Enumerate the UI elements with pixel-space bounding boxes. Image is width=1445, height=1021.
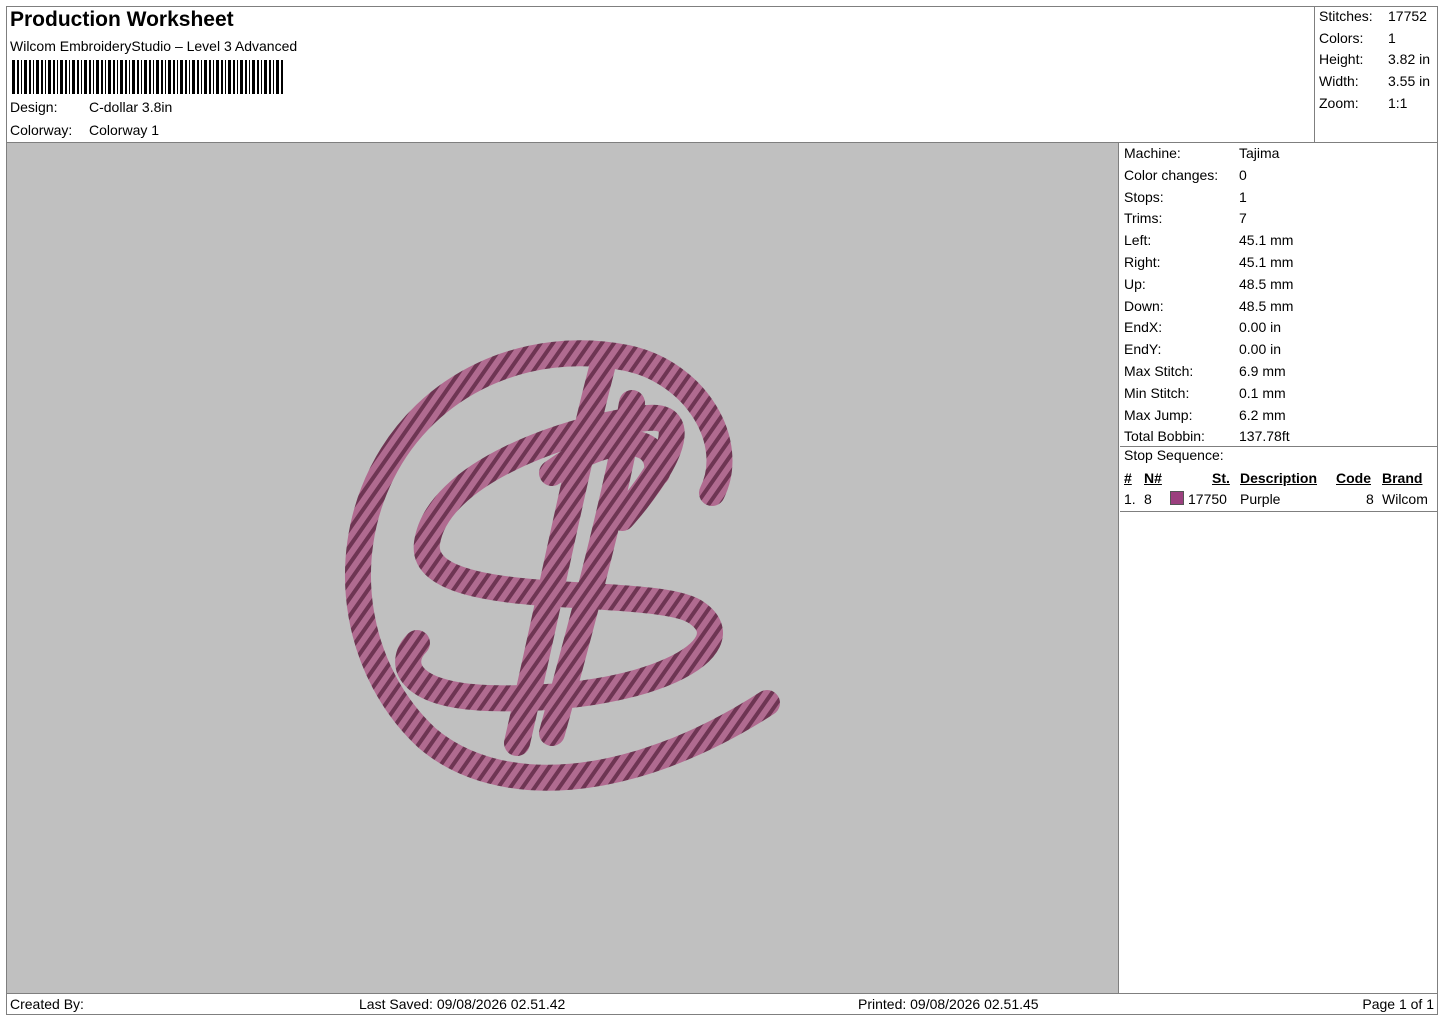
detail-value: 0.1 mm <box>1239 384 1286 401</box>
row-num: 1. <box>1124 491 1136 507</box>
detail-value: Tajima <box>1239 145 1280 161</box>
detail-row-stops: Stops: 1 <box>1120 187 1438 209</box>
detail-row-left: Left: 45.1 mm <box>1120 230 1438 252</box>
detail-label: Trims: <box>1124 210 1163 227</box>
detail-row-machine: Machine: Tajima <box>1120 143 1438 165</box>
detail-value: 0 <box>1239 166 1247 183</box>
summary-row-stitches: Stitches: 17752 <box>1319 8 1427 24</box>
detail-value: 6.2 mm <box>1239 406 1286 423</box>
design-row: Design: C-dollar 3.8in <box>10 99 172 115</box>
page-number: Page 1 of 1 <box>1362 996 1434 1012</box>
colorway-label: Colorway: <box>10 122 73 138</box>
stitch-paths <box>345 340 780 791</box>
summary-value: 3.82 in <box>1388 51 1431 67</box>
detail-row-endy: EndY: 0.00 in <box>1120 339 1438 361</box>
detail-label: Right: <box>1124 253 1161 270</box>
design-value: C-dollar 3.8in <box>89 99 173 115</box>
machine-details: Machine: Tajima Color changes: 0 Stops: 1 T… <box>1120 143 1438 448</box>
summary-row-colors: Colors: 1 <box>1319 30 1396 46</box>
detail-row-trims: Trims: 7 <box>1120 208 1438 230</box>
summary-row-width: Width: 3.55 in <box>1319 73 1430 89</box>
col-header-code: Code <box>1336 470 1371 486</box>
detail-value: 45.1 mm <box>1239 253 1294 270</box>
detail-label: Machine: <box>1124 145 1181 161</box>
col-header-brand: Brand <box>1382 470 1423 486</box>
col-header-num: # <box>1124 470 1132 486</box>
worksheet-header: Production Worksheet Wilcom EmbroiderySt… <box>6 6 1315 143</box>
summary-value: 1 <box>1388 30 1396 46</box>
detail-label: EndY: <box>1124 341 1162 358</box>
detail-label: Max Jump: <box>1124 406 1193 423</box>
detail-value: 0.00 in <box>1239 319 1282 336</box>
detail-row-max-stitch: Max Stitch: 6.9 mm <box>1120 361 1438 383</box>
design-preview <box>7 143 1119 993</box>
detail-label: Max Stitch: <box>1124 362 1194 379</box>
detail-value: 6.9 mm <box>1239 362 1286 379</box>
page-title: Production Worksheet <box>10 8 234 31</box>
detail-row-min-stitch: Min Stitch: 0.1 mm <box>1120 383 1438 405</box>
row-brand: Wilcom <box>1382 491 1428 507</box>
row-stitches: 17750 <box>1188 491 1227 507</box>
detail-label: Color changes: <box>1124 166 1219 183</box>
divider <box>1120 511 1438 512</box>
colorway-row: Colorway: Colorway 1 <box>10 122 159 138</box>
detail-value: 45.1 mm <box>1239 232 1294 249</box>
summary-value: 17752 <box>1388 8 1427 24</box>
last-saved: Last Saved: 09/08/2026 02.51.42 <box>359 996 566 1012</box>
thread-color-swatch <box>1170 491 1184 505</box>
detail-row-max-jump: Max Jump: 6.2 mm <box>1120 405 1438 427</box>
detail-row-right: Right: 45.1 mm <box>1120 252 1438 274</box>
detail-row-endx: EndX: 0.00 in <box>1120 317 1438 339</box>
detail-label: Stops: <box>1124 188 1164 205</box>
detail-label: Left: <box>1124 232 1152 249</box>
detail-value: 48.5 mm <box>1239 297 1294 314</box>
row-description: Purple <box>1240 491 1281 507</box>
detail-label: Up: <box>1124 275 1146 292</box>
summary-value: 3.55 in <box>1388 73 1431 89</box>
summary-value: 1:1 <box>1388 95 1408 111</box>
barcode-image <box>12 60 283 94</box>
detail-value: 1 <box>1239 188 1247 205</box>
summary-row-zoom: Zoom: 1:1 <box>1319 95 1407 111</box>
embroidery-design-image <box>345 340 780 791</box>
summary-row-height: Height: 3.82 in <box>1319 51 1430 67</box>
worksheet-footer: Created By: Last Saved: 09/08/2026 02.51… <box>6 993 1438 1015</box>
colorway-value: Colorway 1 <box>89 122 160 138</box>
detail-label: Min Stitch: <box>1124 384 1190 401</box>
detail-row-total-bobbin: Total Bobbin: 137.78ft <box>1120 426 1438 448</box>
stop-sequence-title: Stop Sequence: <box>1124 447 1224 463</box>
summary-label: Zoom: <box>1319 95 1359 111</box>
software-name: Wilcom EmbroideryStudio – Level 3 Advanc… <box>10 38 298 54</box>
detail-value: 0.00 in <box>1239 341 1282 358</box>
summary-label: Colors: <box>1319 30 1364 46</box>
col-header-description: Description <box>1240 470 1318 486</box>
row-code: 8 <box>1366 491 1374 507</box>
created-by: Created By: <box>10 996 84 1012</box>
summary-panel: Stitches: 17752 Colors: 1 Height: 3.82 in W… <box>1315 6 1438 143</box>
printed-date: Printed: 09/08/2026 02.51.45 <box>858 996 1039 1012</box>
detail-value: 48.5 mm <box>1239 275 1294 292</box>
design-label: Design: <box>10 99 58 115</box>
detail-value: 7 <box>1239 210 1247 227</box>
detail-label: EndX: <box>1124 319 1163 336</box>
detail-value: 137.78ft <box>1239 428 1290 445</box>
detail-row-down: Down: 48.5 mm <box>1120 296 1438 318</box>
summary-label: Height: <box>1319 51 1364 67</box>
detail-row-color-changes: Color changes: 0 <box>1120 165 1438 187</box>
detail-label: Total Bobbin: <box>1124 428 1205 445</box>
col-header-needle: N# <box>1144 470 1162 486</box>
col-header-stitches: St. <box>1212 470 1230 486</box>
detail-label: Down: <box>1124 297 1164 314</box>
summary-label: Stitches: <box>1319 8 1373 24</box>
row-needle: 8 <box>1144 491 1152 507</box>
summary-label: Width: <box>1319 73 1359 89</box>
detail-row-up: Up: 48.5 mm <box>1120 274 1438 296</box>
